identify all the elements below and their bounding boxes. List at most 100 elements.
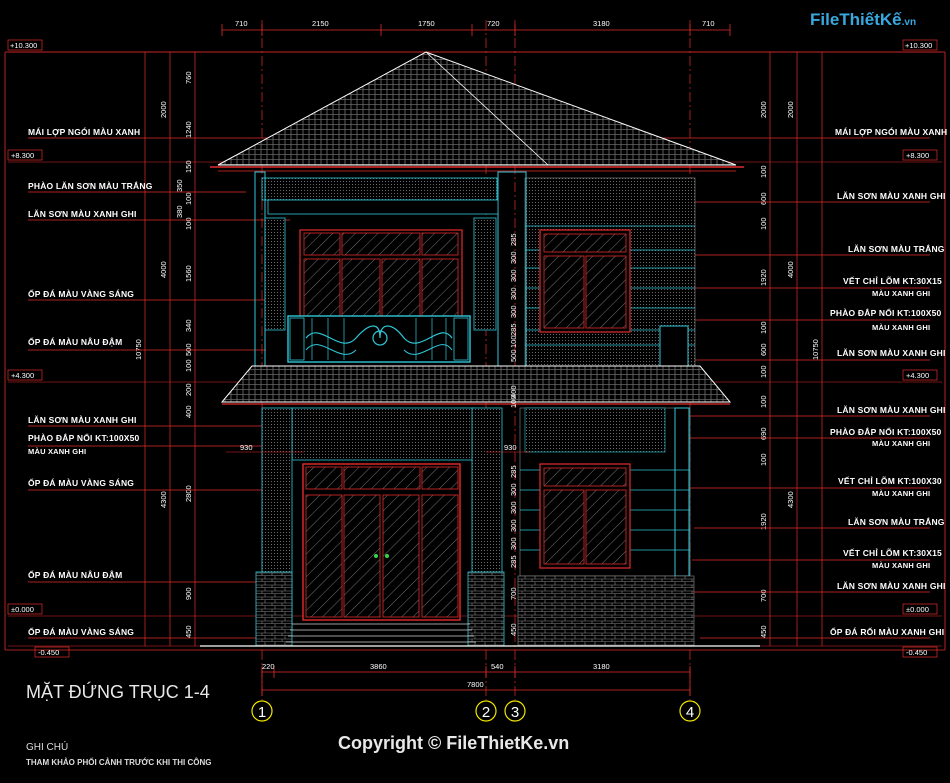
left-vdim-inner-8: 1560 xyxy=(184,265,193,282)
level-left-4: ±0.000 xyxy=(11,605,34,614)
wdim-l-2: 100 xyxy=(509,395,518,408)
wdim-u-5: 300 xyxy=(509,305,518,318)
right-vdim-inner-8: 100 xyxy=(759,365,768,378)
axis-bubbles xyxy=(251,700,701,722)
left-label-cornice-white: PHÀO LĂN SƠN MÀU TRẮNG xyxy=(28,181,153,191)
wdim-l-6: 300 xyxy=(509,519,518,532)
copyright-watermark: Copyright © FileThietKe.vn xyxy=(338,733,570,753)
left-vdim-inner-15: 900 xyxy=(184,587,193,600)
top-dimension-chain xyxy=(221,24,731,36)
top-dim-5: 3180 xyxy=(593,19,610,28)
left-vdim-inner-6: 380 xyxy=(175,205,184,218)
wdim-u-1: 285 xyxy=(509,233,518,246)
right-vdim-inner-7: 600 xyxy=(759,343,768,356)
right-vdim-outer-1: 2000 xyxy=(786,101,795,118)
left-label-grey-paint-1: LĂN SƠN MÀU XANH GHI xyxy=(28,209,137,219)
left-label-grey-paint-2: LĂN SƠN MÀU XANH GHI xyxy=(28,415,137,425)
wdim-u-8: 500 xyxy=(509,349,518,362)
right-label-grey-paint-3: LĂN SƠN MÀU XANH GHI xyxy=(837,405,946,415)
right-vdim-inner-1: 2000 xyxy=(759,101,768,118)
level-left-2: +8.300 xyxy=(11,151,34,160)
left-label-yellow-stone-3: ỐP ĐÁ MÀU VÀNG SÁNG xyxy=(28,626,134,637)
note-title: GHI CHÚ xyxy=(26,742,69,753)
upper-pilaster-left xyxy=(264,217,286,331)
left-label-brown-stone-2: ỐP ĐÁ MÀU NÂU ĐẬM xyxy=(28,569,122,580)
lower-right-window xyxy=(539,463,631,569)
bottom-dim-3: 540 xyxy=(491,662,504,671)
right-vdim-text: 2000 2000 100 600 100 1920 4000 10750 10… xyxy=(759,101,820,638)
left-vdim-inner-3: 150 xyxy=(184,160,193,173)
upper-frieze-left xyxy=(261,177,498,201)
left-vdim-inner-11: 100 xyxy=(184,359,193,372)
right-vdim-inner-6: 100 xyxy=(759,321,768,334)
right-vdim-inner-11: 100 xyxy=(759,453,768,466)
left-vdim-inner-9: 340 xyxy=(184,319,193,332)
right-label-white-paint-2: LĂN SƠN MÀU TRẮNG xyxy=(848,517,945,527)
upper-right-window xyxy=(539,229,631,333)
building-elevation xyxy=(200,51,760,647)
level-right-2: +8.300 xyxy=(906,151,929,160)
wdim-l-10: 450 xyxy=(509,623,518,636)
right-label-grey-paint-1: LĂN SƠN MÀU XANH GHI xyxy=(837,191,946,201)
wdim-u-3: 300 xyxy=(509,269,518,282)
view-title: MẶT ĐỨNG TRỤC 1-4 xyxy=(26,682,210,702)
wdim-l-7: 300 xyxy=(509,537,518,550)
right-vdim-inner-13: 700 xyxy=(759,589,768,602)
right-label-grey-paint-2: LĂN SƠN MÀU XANH GHI xyxy=(837,348,946,358)
left-label-yellow-stone-2: ỐP ĐÁ MÀU VÀNG SÁNG xyxy=(28,477,134,488)
bottom-dim-4: 3180 xyxy=(593,662,610,671)
level-left-5: -0.450 xyxy=(38,648,59,657)
right-vdim-inner-14: 450 xyxy=(759,625,768,638)
elevation-drawing: 710 2150 1750 720 3180 710 +10.300 +8.30… xyxy=(4,19,947,722)
level-right-3: +4.300 xyxy=(906,371,929,380)
bottom-dim-1: 220 xyxy=(262,662,275,671)
right-label-grey-colour-3: MÀU XANH GHI xyxy=(872,439,930,448)
left-vdim-inner-12: 200 xyxy=(184,383,193,396)
level-right-1: +10.300 xyxy=(905,41,932,50)
level-right-5: -0.450 xyxy=(906,648,927,657)
level-left-3: +4.300 xyxy=(11,371,34,380)
right-label-groove-3: VẾT CHỈ LÕM KT:30X15 xyxy=(843,547,942,558)
right-vdim-outer-4: 4300 xyxy=(786,491,795,508)
right-vdim-outer-2: 4000 xyxy=(786,261,795,278)
left-vdim-text: 2000 4000 10750 4300 760 1240 150 350 10… xyxy=(134,71,193,638)
right-label-white-paint-1: LĂN SƠN MÀU TRẮNG xyxy=(848,244,945,254)
right-label-rough-stone: ỐP ĐÁ RỐI MÀU XANH GHI xyxy=(830,626,944,637)
left-vdim-inner-5: 100 xyxy=(184,192,193,205)
mid-dim-right: 930 xyxy=(504,443,517,452)
left-label-roof: MÁI LỢP NGÓI MÀU XANH xyxy=(28,126,140,137)
brand-name: FileThiếtKế xyxy=(810,10,902,29)
lower-roof xyxy=(220,365,732,403)
right-label-grey-colour-4: MÀU XANH GHI xyxy=(872,489,930,498)
axis-label-4: 4 xyxy=(686,704,694,721)
right-vdim-inner-12: 1920 xyxy=(759,513,768,530)
left-vdim-inner-13: 400 xyxy=(184,405,193,418)
level-left-1: +10.300 xyxy=(10,41,37,50)
main-roof xyxy=(217,51,737,166)
wdim-l-8: 285 xyxy=(509,555,518,568)
left-label-yellow-stone-1: ỐP ĐÁ MÀU VÀNG SÁNG xyxy=(28,288,134,299)
mid-dim-left: 930 xyxy=(240,443,253,452)
wdim-u-7: 100 xyxy=(509,335,518,348)
left-label-brown-stone-1: ỐP ĐÁ MÀU NÂU ĐẬM xyxy=(28,336,122,347)
upper-left-window xyxy=(299,229,463,321)
top-dim-1: 710 xyxy=(235,19,248,28)
left-vdim-inner-7: 100 xyxy=(184,217,193,230)
base-plinth xyxy=(517,575,695,647)
wdim-u-4: 300 xyxy=(509,287,518,300)
window-vdim-text: 285 300 300 300 300 285 100 500 400 100 … xyxy=(509,233,518,636)
top-dim-2: 2150 xyxy=(312,19,329,28)
right-label-grey-colour-1: MÀU XANH GHI xyxy=(872,289,930,298)
level-right-4: ±0.000 xyxy=(906,605,929,614)
right-vdim-outer-3: 10750 xyxy=(811,339,820,360)
left-label-grey-colour: MÀU XANH GHI xyxy=(28,447,86,456)
right-label-roof: MÁI LỢP NGÓI MÀU XANH xyxy=(835,126,947,137)
upper-pilaster-mid xyxy=(473,217,497,331)
right-label-groove-2: VẾT CHỈ LÕM KT:100X30 xyxy=(838,475,942,486)
total-dim: 7800 xyxy=(467,680,484,689)
left-vdim-outer-2: 4000 xyxy=(159,261,168,278)
bottom-dim-2: 3860 xyxy=(370,662,387,671)
axis-label-2: 2 xyxy=(482,704,490,721)
right-vdim-inner-5: 1920 xyxy=(759,269,768,286)
left-vdim-outer-3: 10750 xyxy=(134,339,143,360)
